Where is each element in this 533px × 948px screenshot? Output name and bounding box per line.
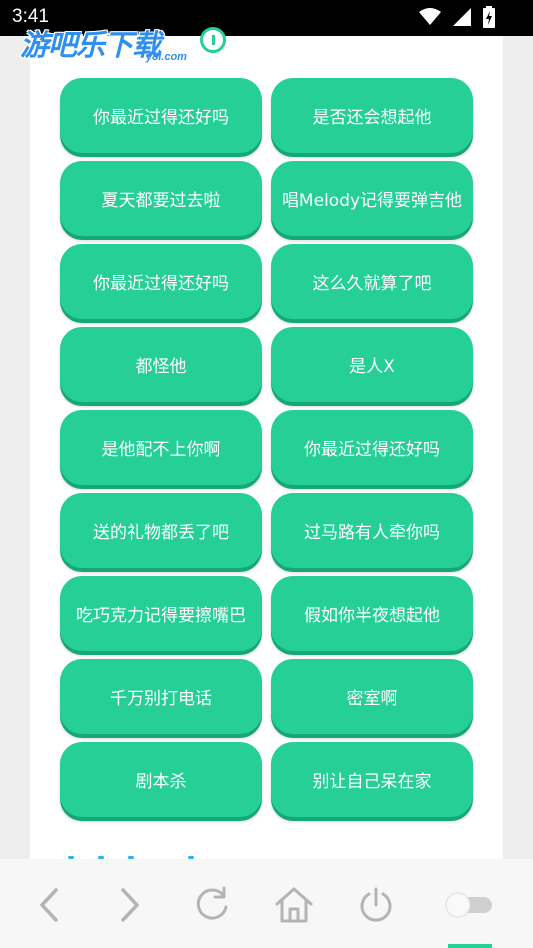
- battery-icon: [483, 6, 495, 28]
- phrase-button[interactable]: 夏天都要过去啦: [60, 161, 262, 236]
- status-icons: [419, 6, 495, 28]
- chevron-left-icon: [40, 888, 58, 922]
- logo-domain: y8l.com: [146, 51, 187, 63]
- refresh-icon: [196, 886, 228, 920]
- back-button[interactable]: [27, 883, 71, 927]
- phrase-button[interactable]: 千万别打电话: [60, 659, 262, 734]
- power-icon: [360, 887, 392, 922]
- phrase-button[interactable]: 密室啊: [271, 659, 473, 734]
- phrase-button[interactable]: 你最近过得还好吗: [60, 78, 262, 153]
- phrase-button[interactable]: 吃巧克力记得要擦嘴巴: [60, 576, 262, 651]
- wifi-icon: [419, 8, 441, 25]
- phrase-button[interactable]: 过马路有人牵你吗: [271, 493, 473, 568]
- phrase-button[interactable]: 这么久就算了吧: [271, 244, 473, 319]
- toggle-icon: [445, 892, 492, 918]
- phrase-button[interactable]: 是他配不上你啊: [60, 410, 262, 485]
- chevron-right-icon: [121, 888, 139, 922]
- phrase-button[interactable]: 送的礼物都丢了吧: [60, 493, 262, 568]
- refresh-button[interactable]: [190, 883, 234, 927]
- phrase-button[interactable]: 唱Melody记得要弹吉他: [271, 161, 473, 236]
- power-button[interactable]: [354, 883, 398, 927]
- phrase-button[interactable]: 剧本杀: [60, 742, 262, 817]
- phrase-button[interactable]: 你最近过得还好吗: [60, 244, 262, 319]
- app-screen: 3:41 你最近过得还好吗 是否还会想起他 夏天都要过去啦 唱Melody记得要…: [0, 0, 533, 948]
- phrase-button[interactable]: 别让自己呆在家: [271, 742, 473, 817]
- phrase-button[interactable]: 假如你半夜想起他: [271, 576, 473, 651]
- home-button[interactable]: [272, 883, 316, 927]
- toggle-switch[interactable]: [444, 883, 494, 927]
- phrase-button[interactable]: 你最近过得还好吗: [271, 410, 473, 485]
- phrase-button[interactable]: 是否还会想起他: [271, 78, 473, 153]
- phrase-grid: 你最近过得还好吗 是否还会想起他 夏天都要过去啦 唱Melody记得要弹吉他 你…: [60, 78, 473, 817]
- phrase-button[interactable]: 是人X: [271, 327, 473, 402]
- home-icon: [275, 887, 313, 923]
- signal-icon: [453, 8, 471, 26]
- phrase-button[interactable]: 都怪他: [60, 327, 262, 402]
- forward-button[interactable]: [108, 883, 152, 927]
- logo-text: 游吧乐下载: [20, 28, 161, 62]
- watermark-logo: 游吧乐下载 y8l.com: [20, 22, 226, 64]
- home-indicator: [448, 944, 492, 948]
- browser-bottom-bar: [0, 859, 533, 948]
- logo-badge-icon: [200, 27, 226, 53]
- content-card: 你最近过得还好吗 是否还会想起他 夏天都要过去啦 唱Melody记得要弹吉他 你…: [30, 36, 503, 859]
